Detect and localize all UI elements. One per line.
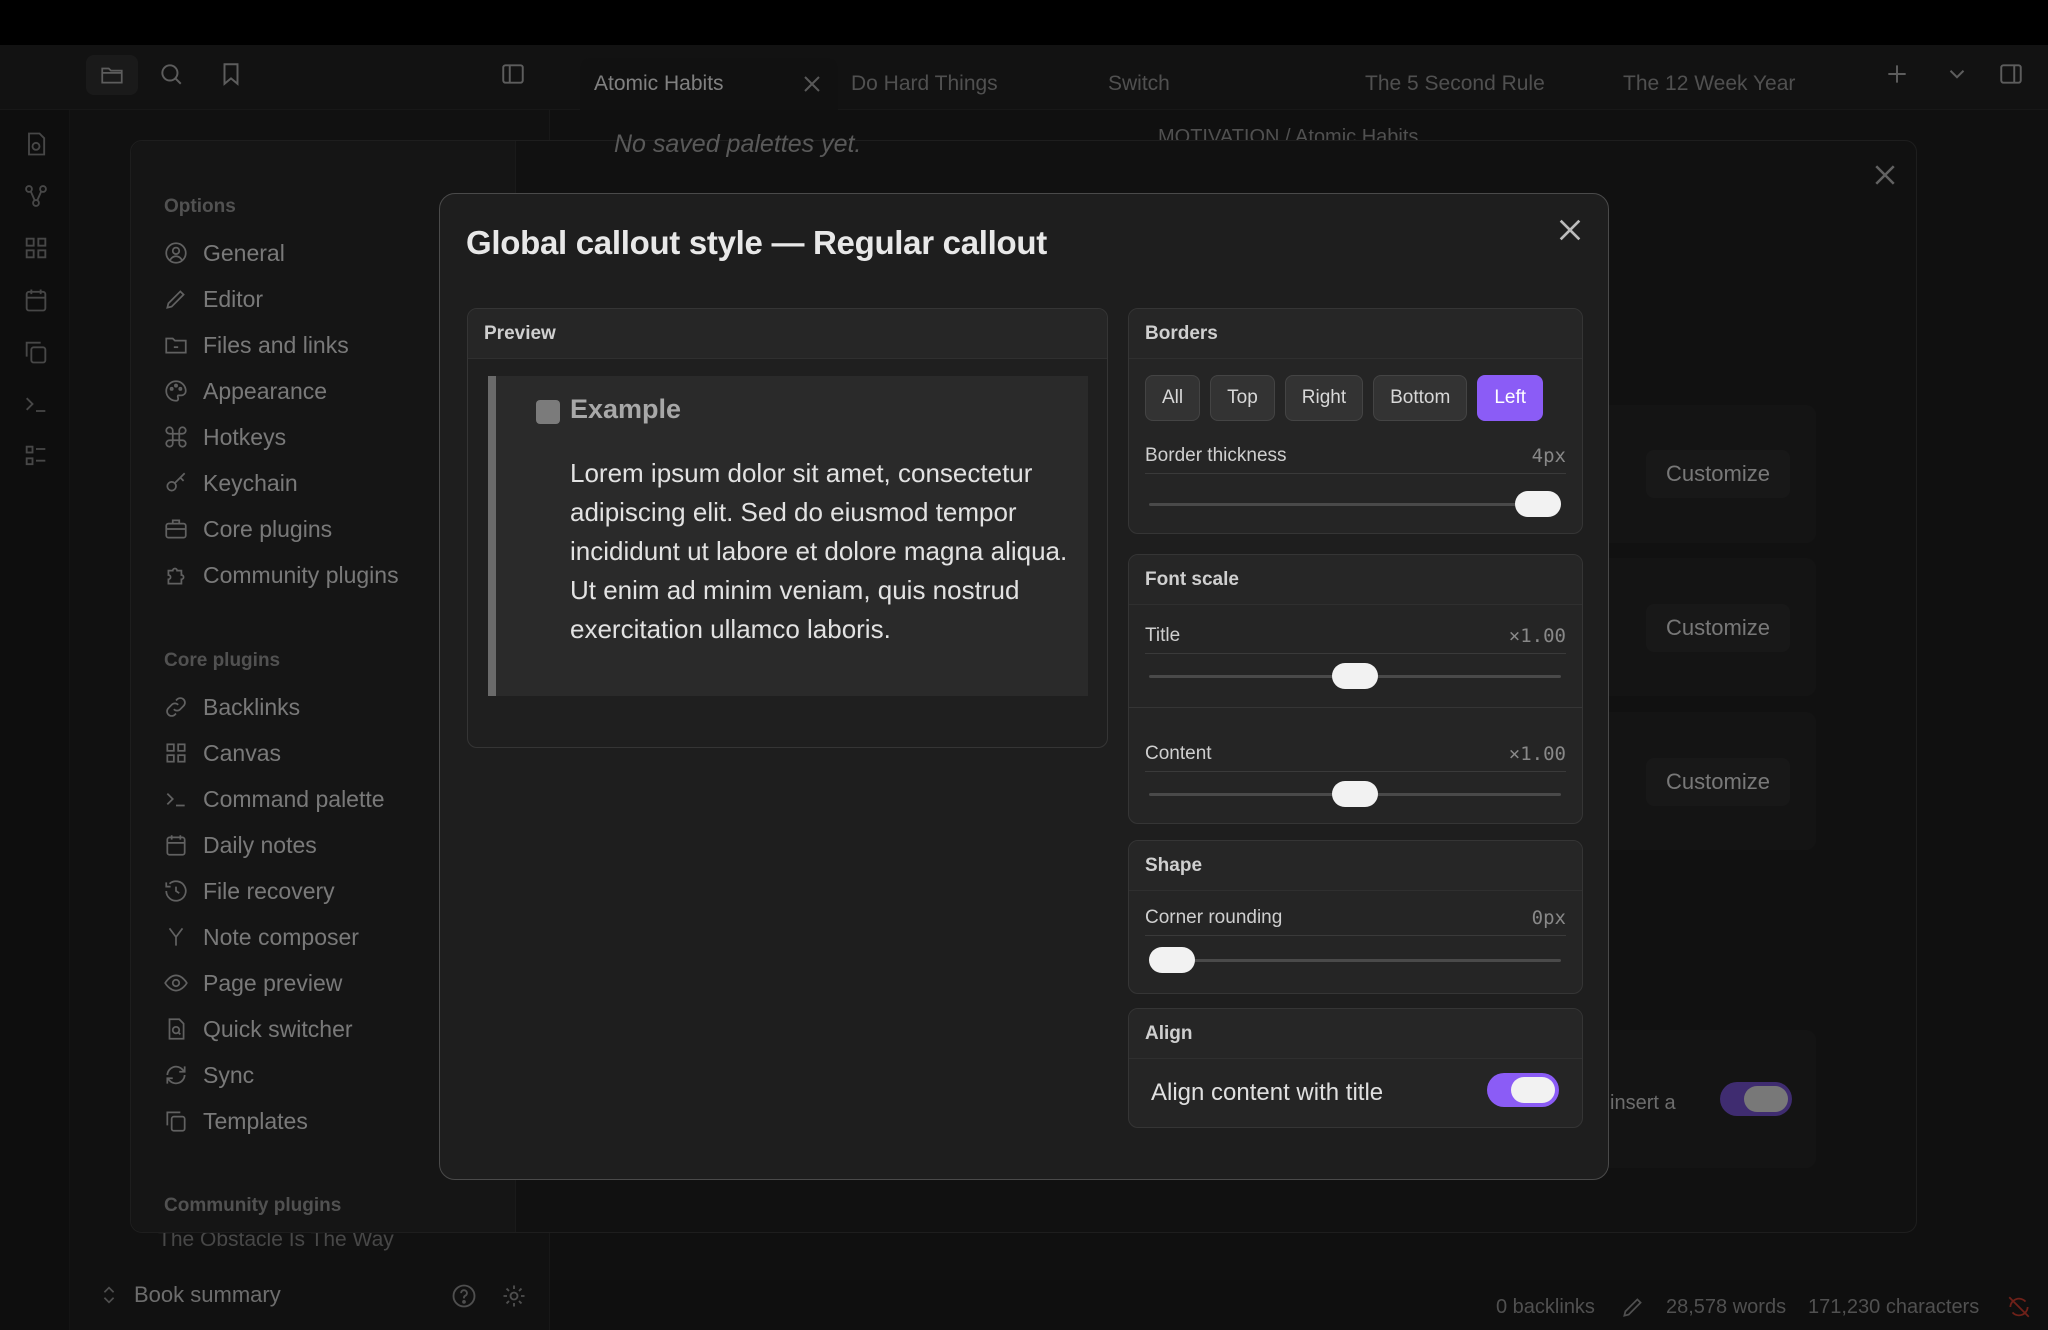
shape-header: Shape xyxy=(1129,841,1582,891)
divider xyxy=(1145,473,1566,474)
border-side-buttons: All Top Right Bottom Left xyxy=(1145,375,1544,421)
close-icon[interactable] xyxy=(1554,214,1586,246)
corner-rounding-value: 0px xyxy=(1531,907,1566,929)
divider xyxy=(1145,935,1566,936)
title-scale-label: Title xyxy=(1145,625,1181,646)
divider xyxy=(1129,707,1582,708)
border-bottom-button[interactable]: Bottom xyxy=(1373,375,1468,421)
border-right-button[interactable]: Right xyxy=(1284,375,1364,421)
callout-body: Lorem ipsum dolor sit amet, consectetur … xyxy=(570,458,1068,644)
callout-style-modal: Global callout style — Regular callout P… xyxy=(439,193,1609,1180)
corner-rounding-thumb[interactable] xyxy=(1149,947,1195,973)
modal-title: Global callout style — Regular callout xyxy=(466,224,1047,261)
borders-header: Borders xyxy=(1129,309,1582,359)
border-top-button[interactable]: Top xyxy=(1210,375,1275,421)
border-all-button[interactable]: All xyxy=(1145,375,1201,421)
callout-square-icon xyxy=(536,400,560,424)
preview-panel: Preview Example Lorem ipsum dolor sit am… xyxy=(467,308,1108,748)
borders-panel: Borders All Top Right Bottom Left Border thi… xyxy=(1128,308,1583,534)
divider xyxy=(1145,771,1566,772)
align-panel: Align Align content with title xyxy=(1128,1008,1583,1128)
font-scale-panel: Font scale Title ×1.00 Content ×1.00 xyxy=(1128,554,1583,824)
align-content-toggle[interactable] xyxy=(1487,1073,1559,1107)
border-thickness-thumb[interactable] xyxy=(1515,491,1561,517)
font-scale-header: Font scale xyxy=(1129,555,1582,605)
border-thickness-track[interactable] xyxy=(1149,503,1561,506)
corner-rounding-label: Corner rounding xyxy=(1145,907,1283,928)
toggle-knob xyxy=(1511,1077,1555,1103)
align-header: Align xyxy=(1129,1009,1582,1059)
title-scale-value: ×1.00 xyxy=(1508,625,1566,647)
content-scale-thumb[interactable] xyxy=(1332,781,1378,807)
align-content-label: Align content with title xyxy=(1151,1079,1384,1106)
border-left-button[interactable]: Left xyxy=(1477,375,1544,421)
callout-preview: Example Lorem ipsum dolor sit amet, cons… xyxy=(488,376,1088,696)
content-scale-value: ×1.00 xyxy=(1508,743,1566,765)
border-thickness-label: Border thickness xyxy=(1145,445,1287,466)
divider xyxy=(1145,653,1566,654)
border-thickness-value: 4px xyxy=(1531,445,1566,467)
callout-title: Example xyxy=(570,394,682,424)
corner-rounding-track[interactable] xyxy=(1149,959,1561,962)
content-scale-label: Content xyxy=(1145,743,1212,764)
title-scale-thumb[interactable] xyxy=(1332,663,1378,689)
shape-panel: Shape Corner rounding 0px xyxy=(1128,840,1583,994)
preview-header: Preview xyxy=(468,309,1107,359)
